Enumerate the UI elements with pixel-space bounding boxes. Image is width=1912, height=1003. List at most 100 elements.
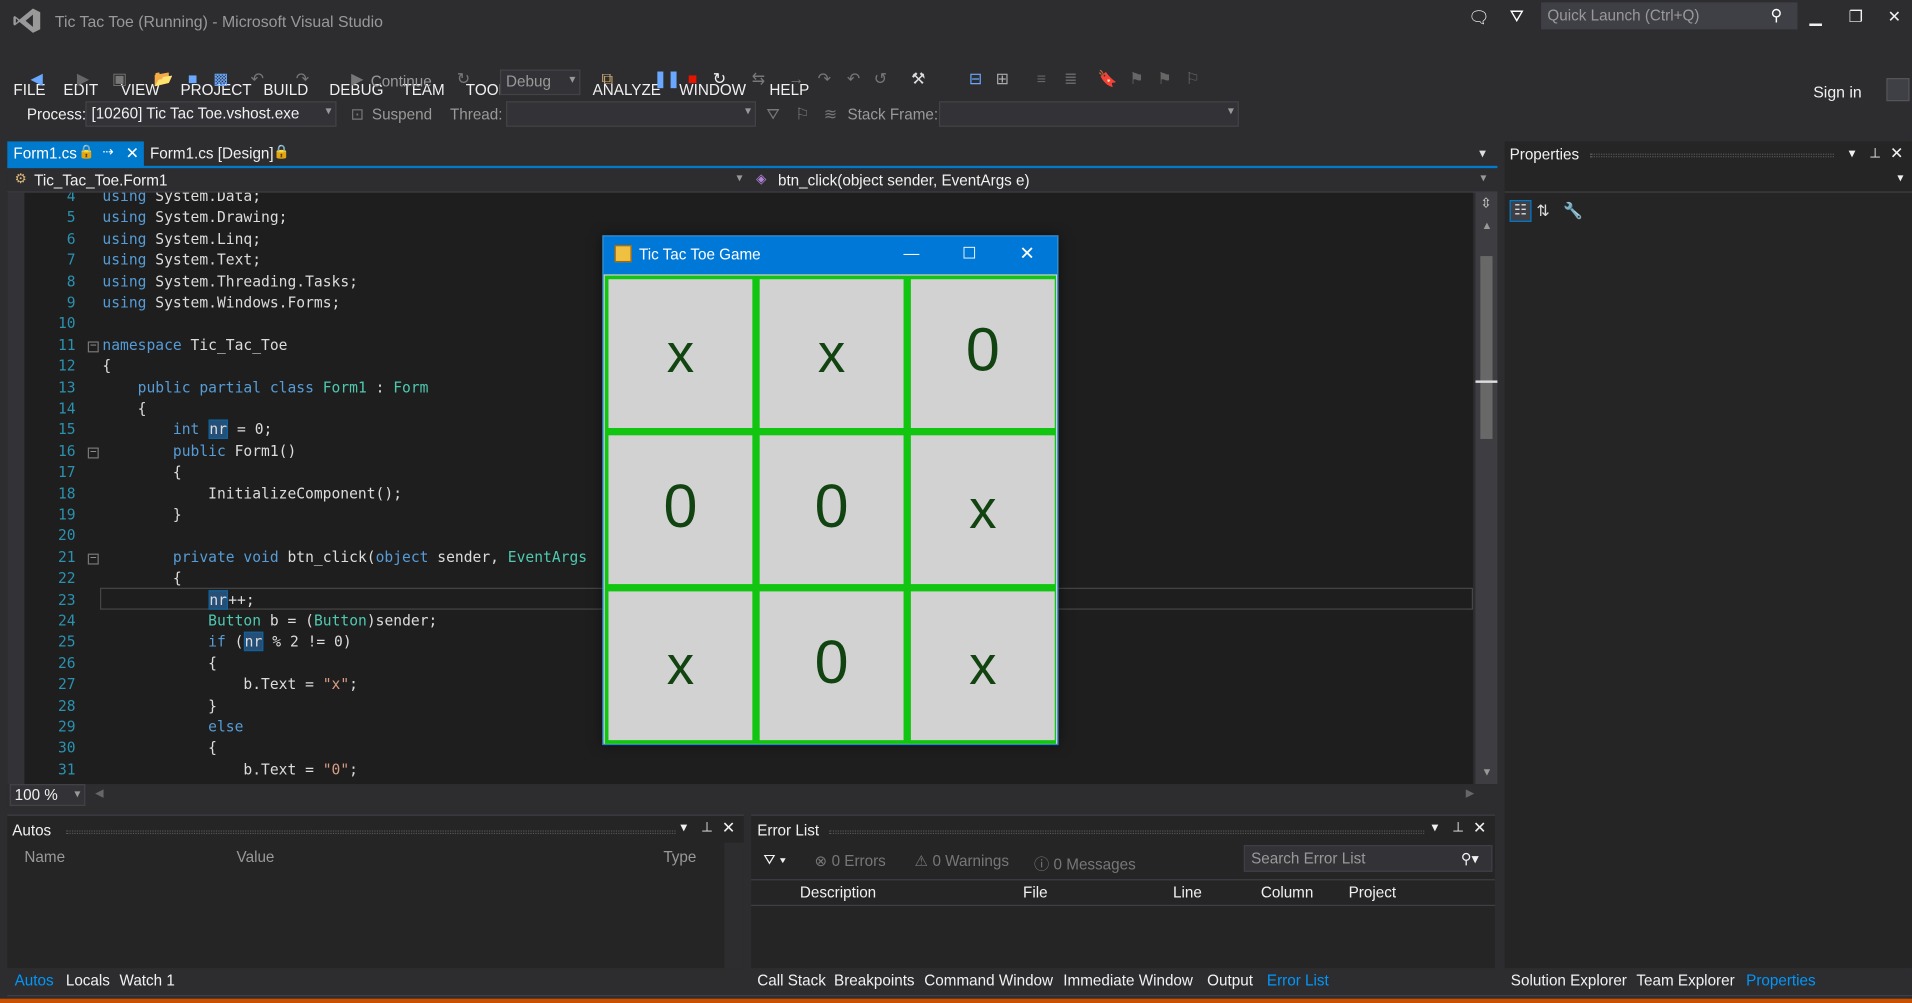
- open-file-icon[interactable]: 📂: [154, 70, 174, 90]
- cell-7[interactable]: x: [608, 591, 753, 741]
- continue-button[interactable]: Continue: [371, 73, 432, 90]
- column-project[interactable]: Project: [1349, 884, 1396, 901]
- scroll-thumb[interactable]: [1480, 256, 1493, 439]
- column-name[interactable]: Name: [24, 849, 65, 866]
- warnings-toggle[interactable]: ⚠ 0 Warnings: [915, 851, 1009, 869]
- alphabetical-icon[interactable]: ⇅: [1536, 201, 1549, 221]
- minimize-button[interactable]: ▁: [1810, 7, 1822, 27]
- scroll-left-icon[interactable]: ◀: [95, 787, 103, 800]
- column-line[interactable]: Line: [1173, 884, 1202, 901]
- scroll-down-icon[interactable]: ▼: [1482, 766, 1493, 778]
- close-button[interactable]: ✕: [1888, 7, 1901, 27]
- flag-threads-icon[interactable]: ⚐: [793, 105, 813, 125]
- filter-threads-icon[interactable]: ⛛: [763, 105, 783, 125]
- chevron-down-icon[interactable]: ▾: [1480, 172, 1486, 185]
- tab-solution-explorer[interactable]: Solution Explorer: [1511, 972, 1627, 989]
- messages-toggle[interactable]: ⓘ 0 Messages: [1034, 851, 1136, 874]
- show-next-statement-icon[interactable]: ⇆: [749, 70, 769, 90]
- panel-close-icon[interactable]: ✕: [1473, 818, 1486, 838]
- step-over-icon[interactable]: ↷: [815, 70, 835, 90]
- toolbar-align-icon[interactable]: ⊟: [966, 70, 986, 90]
- undo-icon[interactable]: ↶: [248, 70, 268, 90]
- tab-call-stack[interactable]: Call Stack: [757, 972, 826, 989]
- collapse-icon[interactable]: −: [87, 341, 99, 353]
- column-type[interactable]: Type: [663, 849, 696, 866]
- tab-watch-1[interactable]: Watch 1: [119, 972, 174, 989]
- hot-reload-icon[interactable]: ⚒: [908, 70, 928, 90]
- tab-overflow-icon[interactable]: ▾: [1479, 145, 1486, 161]
- tab-form1-cs[interactable]: Form1.cs 🔒 ⇢ ✕: [7, 141, 144, 168]
- filter-icon[interactable]: ⛛ ▾: [763, 851, 786, 869]
- cell-3[interactable]: 0: [910, 279, 1055, 429]
- errors-toggle[interactable]: ⊗ 0 Errors: [815, 851, 886, 869]
- stop-debugging-icon[interactable]: ■: [683, 70, 703, 90]
- tab-form1-design[interactable]: Form1.cs [Design] 🔒: [144, 141, 303, 167]
- chevron-down-icon[interactable]: ▾: [737, 172, 743, 185]
- pin-icon[interactable]: ⇢: [102, 144, 113, 160]
- tab-immediate-window[interactable]: Immediate Window: [1063, 972, 1193, 989]
- class-dropdown[interactable]: Tic_Tac_Toe.Form1: [34, 172, 167, 189]
- game-minimize-button[interactable]: —: [904, 244, 920, 262]
- panel-menu-icon[interactable]: ▾: [1849, 145, 1856, 161]
- tab-command-window[interactable]: Command Window: [924, 972, 1053, 989]
- restore-button[interactable]: ❐: [1849, 7, 1863, 27]
- restart-debugging-icon[interactable]: ↻: [710, 70, 730, 90]
- panel-close-icon[interactable]: ✕: [1890, 144, 1903, 164]
- pin-icon[interactable]: ⊥: [1869, 145, 1881, 161]
- scroll-up-icon[interactable]: ▲: [1482, 219, 1493, 231]
- cell-2[interactable]: x: [759, 279, 904, 429]
- collapse-icon[interactable]: −: [87, 553, 99, 565]
- solution-config-select[interactable]: Debug: [499, 69, 581, 96]
- stack-frame-select[interactable]: [938, 101, 1239, 127]
- tab-close-icon[interactable]: ✕: [126, 144, 139, 164]
- property-pages-icon[interactable]: 🔧: [1563, 201, 1583, 221]
- object-selector[interactable]: ▾: [1504, 168, 1912, 193]
- save-all-icon[interactable]: ▩: [211, 70, 231, 90]
- feedback-icon[interactable]: 🗨: [1468, 7, 1490, 28]
- process-select[interactable]: [10260] Tic Tac Toe.vshost.exe: [85, 101, 337, 127]
- column-description[interactable]: Description: [800, 884, 876, 901]
- cell-4[interactable]: 0: [608, 435, 753, 585]
- pin-icon[interactable]: ⊥: [701, 819, 713, 836]
- comment-icon[interactable]: ≡: [1032, 70, 1052, 90]
- panel-close-icon[interactable]: ✕: [722, 818, 735, 838]
- tab-autos[interactable]: Autos: [15, 972, 54, 989]
- clear-bookmarks-icon[interactable]: ⚐: [1183, 70, 1203, 90]
- column-value[interactable]: Value: [237, 849, 275, 866]
- search-icon[interactable]: ⚲: [1771, 6, 1783, 26]
- tab-locals[interactable]: Locals: [66, 972, 110, 989]
- search-icon[interactable]: ⚲▾: [1461, 850, 1479, 867]
- back-icon[interactable]: ◀: [27, 70, 47, 90]
- quick-launch-input[interactable]: Quick Launch (Ctrl+Q): [1541, 2, 1798, 30]
- restart-icon[interactable]: ↻: [454, 70, 474, 90]
- tab-error-list[interactable]: Error List: [1267, 972, 1329, 989]
- game-maximize-button[interactable]: ☐: [962, 244, 976, 264]
- tab-output[interactable]: Output: [1207, 972, 1253, 989]
- cell-8[interactable]: 0: [759, 591, 904, 741]
- new-project-icon[interactable]: ▣: [110, 70, 130, 90]
- step-into-icon[interactable]: →: [787, 70, 807, 90]
- step-out-icon[interactable]: ↶: [844, 70, 864, 90]
- search-error-list-input[interactable]: Search Error List: [1243, 845, 1493, 872]
- bookmark-icon[interactable]: 🔖: [1097, 70, 1117, 90]
- zoom-select[interactable]: 100 %: [9, 784, 86, 807]
- game-close-button[interactable]: ✕: [1019, 243, 1034, 265]
- member-dropdown[interactable]: btn_click(object sender, EventArgs e): [778, 172, 1030, 189]
- tab-breakpoints[interactable]: Breakpoints: [834, 972, 914, 989]
- filter-icon[interactable]: ⛛: [1510, 6, 1524, 27]
- pin-icon[interactable]: ⊥: [1452, 819, 1464, 836]
- thread-view-icon[interactable]: ≋: [821, 105, 841, 125]
- cell-9[interactable]: x: [910, 591, 1055, 741]
- tab-team-explorer[interactable]: Team Explorer: [1636, 972, 1734, 989]
- suspend-icon[interactable]: ⊡: [348, 105, 368, 125]
- scroll-right-icon[interactable]: ▶: [1466, 787, 1474, 800]
- toolbar-layout-icon[interactable]: ⊞: [993, 70, 1013, 90]
- prev-bookmark-icon[interactable]: ⚑: [1127, 70, 1147, 90]
- chevron-down-icon[interactable]: ▾: [1897, 172, 1903, 185]
- attach-process-icon[interactable]: ⧉: [597, 70, 617, 90]
- categorized-icon[interactable]: ☷: [1509, 199, 1532, 222]
- column-column[interactable]: Column: [1261, 884, 1314, 901]
- autos-scrollbar[interactable]: [724, 842, 744, 970]
- column-file[interactable]: File: [1023, 884, 1048, 901]
- panel-menu-icon[interactable]: ▾: [680, 819, 687, 836]
